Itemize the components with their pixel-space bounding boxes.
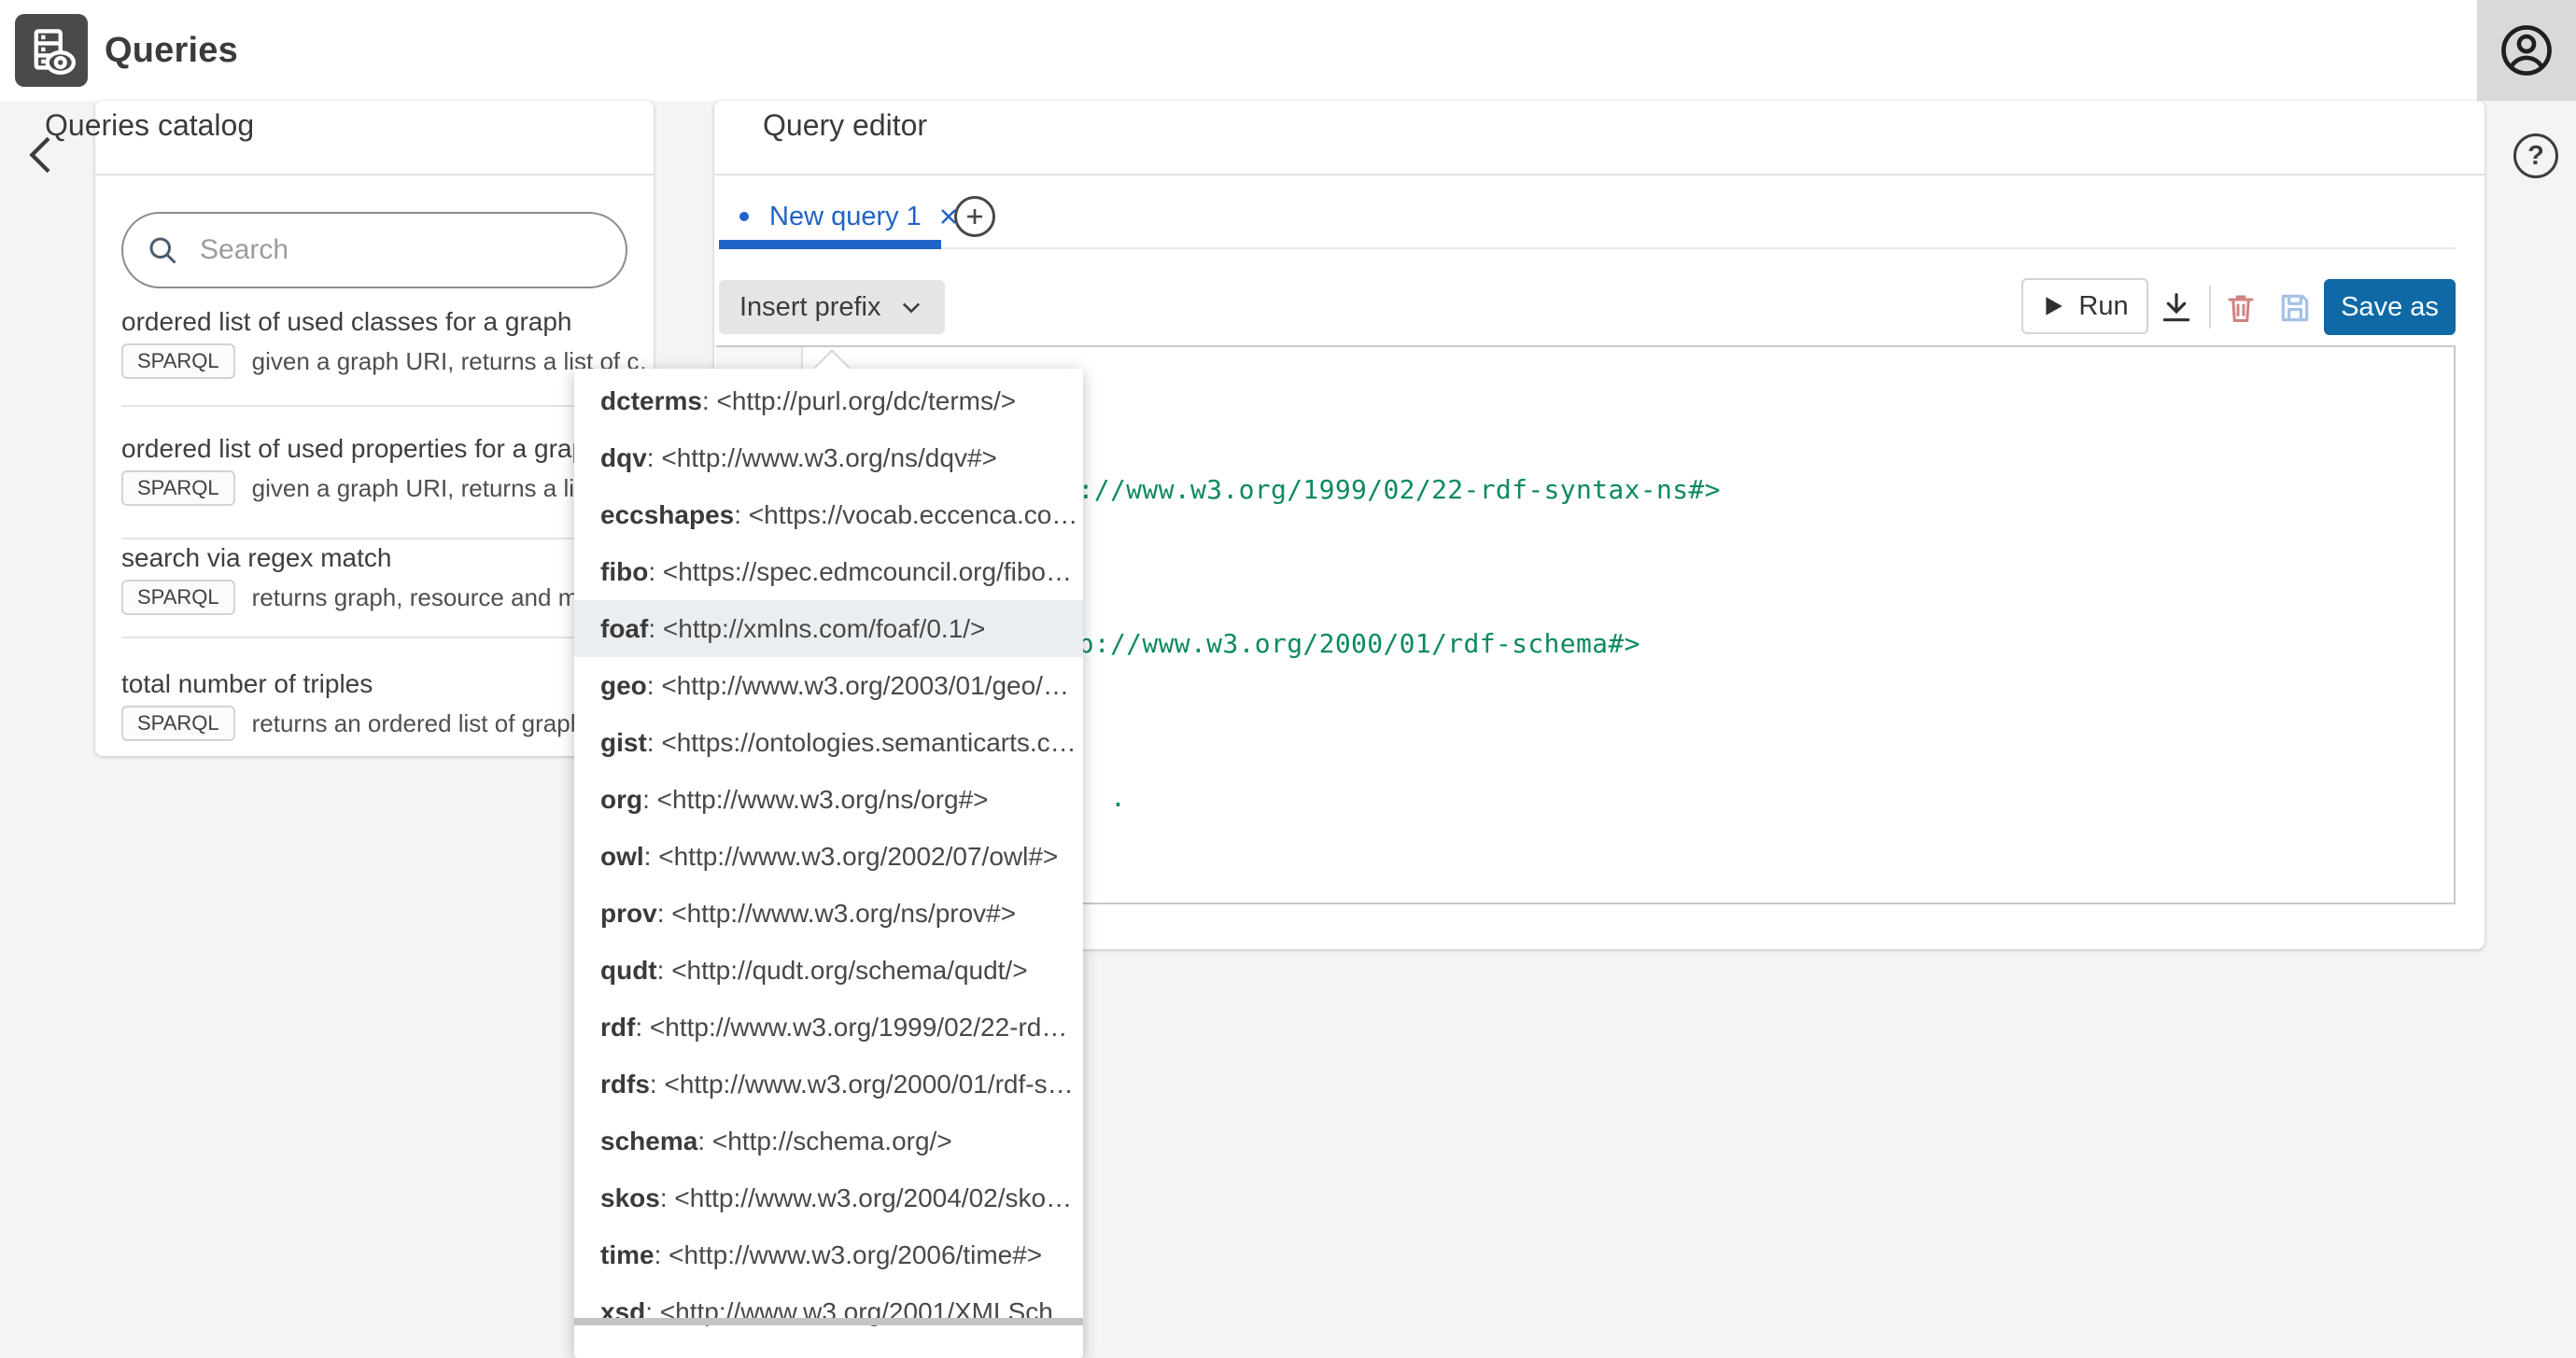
search-icon (146, 233, 179, 267)
catalog-item-meta: SPARQL given a graph URI, returns a list (121, 469, 644, 508)
active-tab-indicator (719, 240, 941, 249)
catalog-item-title[interactable]: ordered list of used classes for a graph (121, 307, 644, 337)
catalog-item-description: returns graph, resource and mat (252, 583, 598, 612)
query-type-badge: SPARQL (121, 706, 235, 741)
prefix-option-rdf[interactable]: rdf: <http://www.w3.org/1999/02/22-rd… (574, 999, 1083, 1056)
database-eye-icon (27, 26, 76, 75)
user-avatar-icon (2498, 21, 2555, 79)
floppy-save-icon (2277, 290, 2313, 326)
prefix-option-foaf[interactable]: foaf: <http://xmlns.com/foaf/0.1/> (574, 600, 1083, 657)
divider (121, 637, 627, 638)
prefix-option-prov[interactable]: prov: <http://www.w3.org/ns/prov#> (574, 885, 1083, 942)
catalog-item-title[interactable]: ordered list of used properties for a gr… (121, 434, 644, 464)
toolbar-divider (2209, 286, 2211, 329)
save-query-button[interactable] (2273, 286, 2317, 330)
app-header: Queries (0, 0, 2576, 101)
catalog-item-title[interactable]: search via regex match (121, 543, 644, 573)
run-query-button[interactable]: Run (2021, 278, 2148, 334)
trash-icon (2224, 291, 2258, 325)
insert-prefix-label: Insert prefix (739, 292, 881, 323)
help-button[interactable]: ? (2513, 133, 2558, 178)
catalog-item-meta: SPARQL given a graph URI, returns a list… (121, 342, 644, 381)
search-input[interactable] (198, 233, 603, 267)
prefix-option-rdfs[interactable]: rdfs: <http://www.w3.org/2000/01/rdf-s… (574, 1056, 1083, 1113)
question-mark-icon: ? (2527, 141, 2544, 172)
queries-module-logo (15, 14, 88, 87)
play-icon (2041, 294, 2065, 318)
catalog-item-title[interactable]: total number of triples (121, 669, 644, 699)
catalog-item-description: given a graph URI, returns a list (252, 474, 594, 503)
query-type-badge: SPARQL (121, 470, 235, 506)
prefix-option-geo[interactable]: geo: <http://www.w3.org/2003/01/geo/… (574, 657, 1083, 714)
prefix-option-qudt[interactable]: qudt: <http://qudt.org/schema/qudt/> (574, 942, 1083, 999)
catalog-search[interactable] (121, 212, 627, 288)
catalog-item-description: returns an ordered list of graphs (252, 709, 597, 738)
add-tab-button[interactable] (954, 196, 995, 237)
dropdown-scrollbar[interactable] (574, 1318, 1083, 1325)
page-title: Queries (105, 0, 238, 101)
prefix-option-org[interactable]: org: <http://www.w3.org/ns/org#> (574, 771, 1083, 828)
query-type-badge: SPARQL (121, 343, 235, 379)
queries-catalog-panel (95, 101, 654, 756)
divider (714, 174, 2485, 175)
insert-prefix-button[interactable]: Insert prefix (719, 280, 945, 334)
delete-query-button[interactable] (2218, 286, 2263, 330)
divider (121, 405, 627, 407)
save-as-button[interactable]: Save as (2324, 279, 2456, 335)
divider (95, 174, 654, 175)
catalog-item-meta: SPARQL returns an ordered list of graphs (121, 704, 644, 743)
prefix-option-gist[interactable]: gist: <https://ontologies.semanticarts.c… (574, 714, 1083, 771)
prefix-option-eccshapes[interactable]: eccshapes: <https://vocab.eccenca.co… (574, 486, 1083, 543)
prefix-option-skos[interactable]: skos: <http://www.w3.org/2004/02/sko… (574, 1169, 1083, 1226)
run-label: Run (2078, 291, 2128, 322)
tabrow-border (719, 247, 2456, 249)
prefix-option-dqv[interactable]: dqv: <http://www.w3.org/ns/dqv#> (574, 429, 1083, 486)
prefix-option-xsd[interactable]: xsd: <http://www.w3.org/2001/XMLSch… (574, 1283, 1083, 1340)
user-menu-button[interactable] (2477, 0, 2576, 101)
tab-label: New query 1 (769, 202, 922, 232)
chevron-down-icon (898, 294, 924, 320)
unsaved-dot-icon (739, 212, 749, 221)
query-type-badge: SPARQL (121, 580, 235, 615)
prefix-option-schema[interactable]: schema: <http://schema.org/> (574, 1113, 1083, 1169)
catalog-title: Queries catalog (45, 108, 254, 143)
prefix-option-owl[interactable]: owl: <http://www.w3.org/2002/07/owl#> (574, 828, 1083, 885)
prefix-option-fibo[interactable]: fibo: <https://spec.edmcouncil.org/fibo… (574, 543, 1083, 600)
plus-icon (964, 205, 986, 228)
save-as-label: Save as (2341, 292, 2439, 323)
divider (121, 538, 627, 539)
catalog-item-meta: SPARQL returns graph, resource and mat (121, 578, 644, 617)
download-icon (2159, 290, 2194, 326)
download-results-button[interactable] (2154, 286, 2199, 330)
tab-new-query-1[interactable]: New query 1 (719, 192, 963, 241)
prefix-option-time[interactable]: time: <http://www.w3.org/2006/time#> (574, 1226, 1083, 1283)
prefix-dropdown: dcterms: <http://purl.org/dc/terms/> dqv… (574, 369, 1083, 1358)
editor-title: Query editor (763, 108, 927, 143)
